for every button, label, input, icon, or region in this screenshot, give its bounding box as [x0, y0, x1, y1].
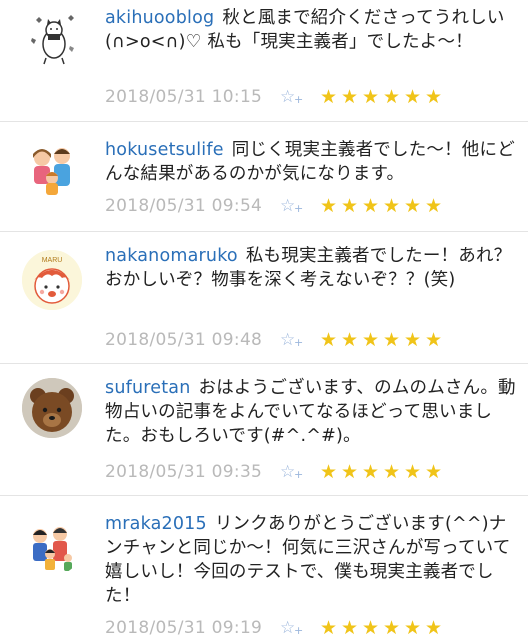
star-icon[interactable]: ★ [318, 617, 339, 639]
comment-item: mraka2015 リンクありがとうございます(^^)ナンチャンと同じか〜！何気に… [0, 496, 528, 640]
star-list: ★ ★ ★ ★ ★ ★ [318, 329, 444, 351]
username-link[interactable]: sufuretan [105, 378, 191, 398]
comment-date[interactable]: 2018/05/31 09:35 [105, 462, 280, 482]
comment-date[interactable]: 2018/05/31 09:48 [105, 330, 280, 350]
comment-text: hokusetsulife 同じく現実主義者でした〜！他にどんな結果があるのかが気… [105, 138, 520, 186]
star-icon[interactable]: ★ [318, 461, 339, 483]
comment-date[interactable]: 2018/05/31 10:15 [105, 87, 280, 107]
comment-list: akihuooblog 秋と風まで紹介くださってうれしい(∩>o<∩)♡ 私も「現… [0, 0, 528, 640]
star-icon[interactable]: ★ [339, 617, 360, 639]
comment-item: MARU nakanomaruko 私も現実主義者でしたー！あれ？おかしいぞ？物事… [0, 232, 528, 364]
star-icon[interactable]: ★ [423, 617, 444, 639]
star-icon[interactable]: ★ [402, 617, 423, 639]
star-icon[interactable]: ★ [318, 86, 339, 108]
star-icon[interactable]: ★ [360, 329, 381, 351]
star-icon[interactable]: ★ [402, 461, 423, 483]
star-icon[interactable]: ★ [381, 195, 402, 217]
star-icon[interactable]: ★ [381, 329, 402, 351]
star-list: ★ ★ ★ ★ ★ ★ [318, 617, 444, 639]
star-icon[interactable]: ★ [423, 461, 444, 483]
star-icon[interactable]: ★ [381, 86, 402, 108]
star-icon[interactable]: ★ [381, 617, 402, 639]
star-add-icon[interactable]: ☆ + [280, 462, 318, 482]
username-link[interactable]: nakanomaruko [105, 246, 238, 266]
star-icon[interactable]: ★ [360, 86, 381, 108]
avatar[interactable] [22, 516, 82, 576]
username-link[interactable]: mraka2015 [105, 514, 207, 534]
star-icon[interactable]: ★ [360, 461, 381, 483]
avatar[interactable] [22, 140, 82, 200]
star-list: ★ ★ ★ ★ ★ ★ [318, 461, 444, 483]
star-icon[interactable]: ★ [360, 617, 381, 639]
comment-item: hokusetsulife 同じく現実主義者でした〜！他にどんな結果があるのかが気… [0, 122, 528, 232]
comment-text: nakanomaruko 私も現実主義者でしたー！あれ？おかしいぞ？物事を深く考え… [105, 244, 520, 292]
avatar[interactable]: MARU [22, 250, 82, 310]
comment-item: akihuooblog 秋と風まで紹介くださってうれしい(∩>o<∩)♡ 私も「現… [0, 0, 528, 122]
username-link[interactable]: hokusetsulife [105, 140, 224, 160]
star-icon[interactable]: ★ [339, 195, 360, 217]
comment-text: sufuretan おはようございます、のムのムさん。動物占いの記事をよんでいてな… [105, 376, 520, 448]
username-link[interactable]: akihuooblog [105, 8, 214, 28]
star-add-icon[interactable]: ☆ + [280, 87, 318, 107]
star-icon[interactable]: ★ [423, 195, 444, 217]
star-add-icon[interactable]: ☆ + [280, 618, 318, 638]
star-icon[interactable]: ★ [339, 461, 360, 483]
star-list: ★ ★ ★ ★ ★ ★ [318, 86, 444, 108]
star-icon[interactable]: ★ [318, 195, 339, 217]
comment-item: sufuretan おはようございます、のムのムさん。動物占いの記事をよんでいてな… [0, 364, 528, 496]
star-icon[interactable]: ★ [402, 329, 423, 351]
avatar[interactable] [22, 8, 82, 68]
star-add-icon[interactable]: ☆ + [280, 196, 318, 216]
star-icon[interactable]: ★ [423, 329, 444, 351]
comment-date[interactable]: 2018/05/31 09:19 [105, 618, 280, 638]
star-icon[interactable]: ★ [381, 461, 402, 483]
avatar[interactable] [22, 378, 82, 438]
star-icon[interactable]: ★ [402, 86, 423, 108]
star-icon[interactable]: ★ [360, 195, 381, 217]
star-icon[interactable]: ★ [339, 329, 360, 351]
star-icon[interactable]: ★ [339, 86, 360, 108]
star-icon[interactable]: ★ [423, 86, 444, 108]
comment-text: akihuooblog 秋と風まで紹介くださってうれしい(∩>o<∩)♡ 私も「現… [105, 6, 520, 54]
comment-text: mraka2015 リンクありがとうございます(^^)ナンチャンと同じか〜！何気に… [105, 512, 520, 608]
star-list: ★ ★ ★ ★ ★ ★ [318, 195, 444, 217]
avatar-label: MARU [42, 257, 63, 264]
comment-date[interactable]: 2018/05/31 09:54 [105, 196, 280, 216]
star-add-icon[interactable]: ☆ + [280, 330, 318, 350]
star-icon[interactable]: ★ [318, 329, 339, 351]
star-icon[interactable]: ★ [402, 195, 423, 217]
